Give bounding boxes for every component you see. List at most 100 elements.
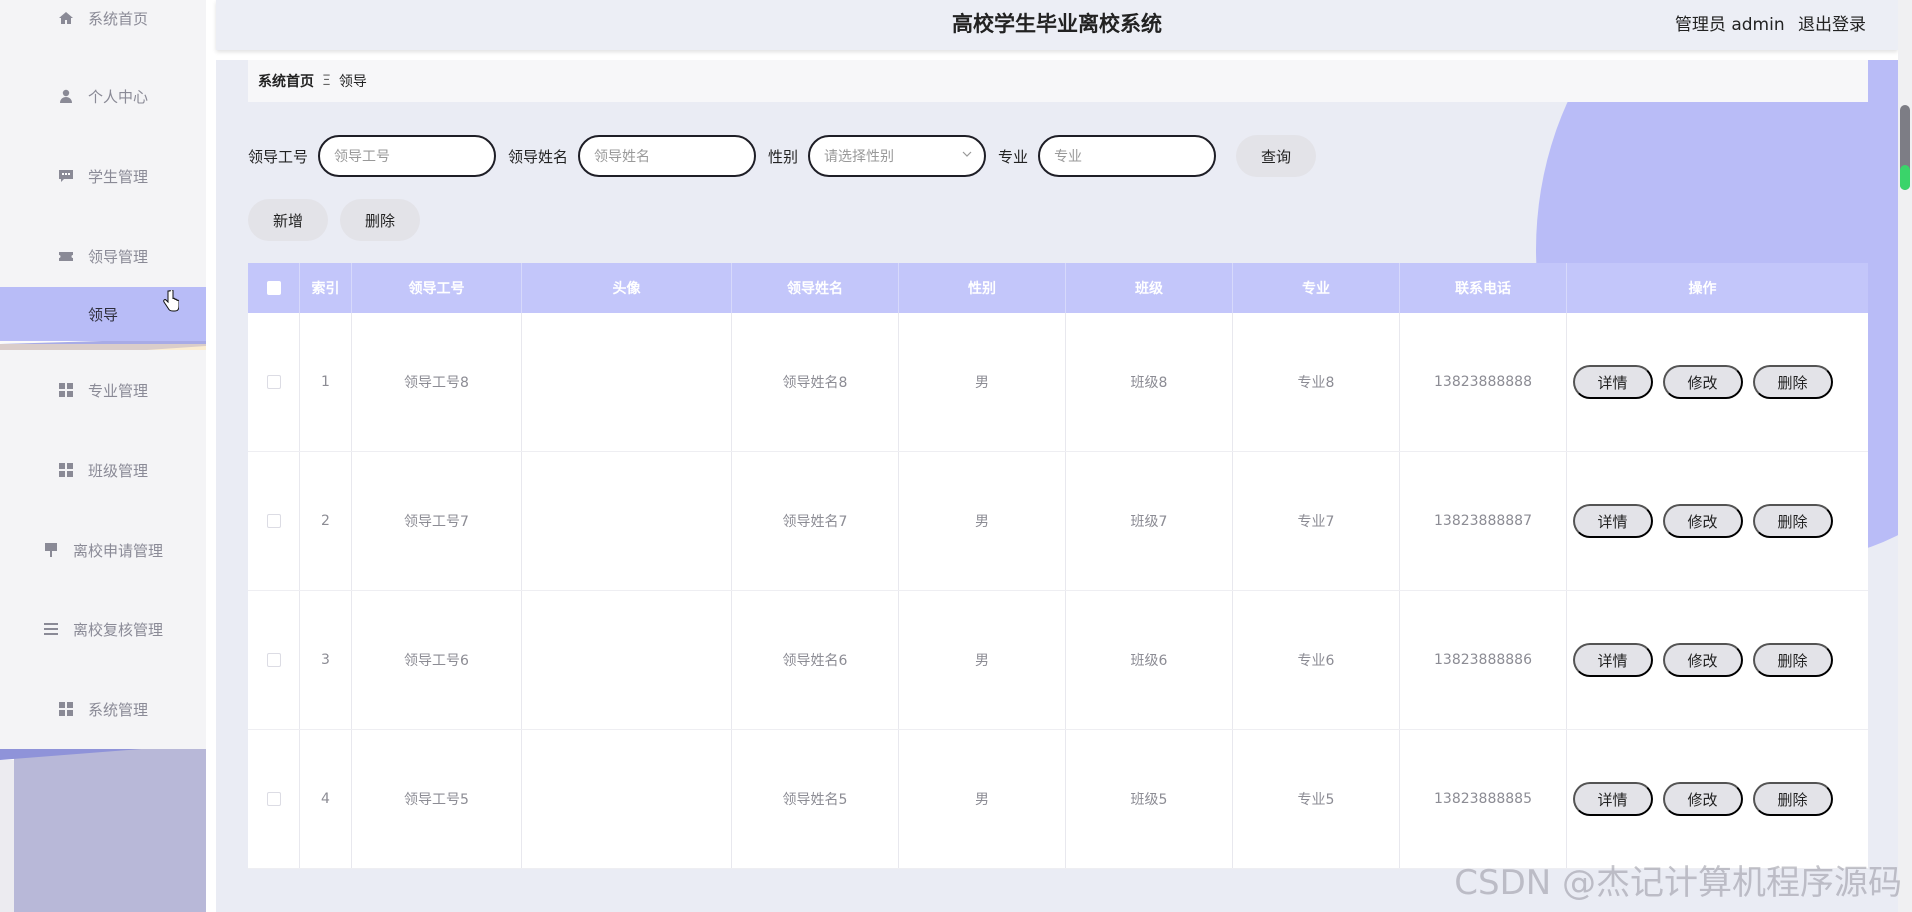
sidebar-item-label: 系统管理 [87,700,148,719]
breadcrumb: 系统首页 Ξ 领导 [248,60,1868,102]
page-scrollbar[interactable] [1898,0,1912,912]
scrollbar-indicator [1900,165,1910,190]
watermark: CSDN @杰记计算机程序源码 [1454,863,1902,903]
row-select-cell [248,591,300,729]
table-cell: 班级5 [1066,730,1233,868]
leader-name-input[interactable]: 领导姓名 [578,135,757,177]
table-cell: 男 [899,730,1066,868]
leader-table: 索引 领导工号 头像 领导姓名 性别 班级 专业 联系电话 操作 1 领导工号8 领… [248,263,1868,869]
home-icon [58,10,74,26]
row-actions: 详情 修改 删除 [1567,730,1838,868]
edit-button[interactable]: 修改 [1662,504,1743,538]
add-button[interactable]: 新增 [248,199,328,241]
avatar-cell [522,313,732,451]
table-cell: 领导姓名8 [732,313,899,451]
table-row: 3 领导工号6 领导姓名6 男班级6 专业6 13823888886 详情 修改 删除 [248,591,1868,730]
row-checkbox[interactable] [266,375,281,389]
sidebar-item-label: 系统首页 [87,9,148,28]
logout-link[interactable]: 退出登录 [1798,15,1866,35]
table-cell: 男 [899,591,1066,729]
table-cell: 13823888888 [1400,313,1567,451]
row-select-cell [248,452,300,590]
table-row: 1 领导工号8 领导姓名8 男班级8 专业8 13823888888 详情 修改 删除 [248,313,1868,452]
row-actions: 详情 修改 删除 [1567,452,1838,590]
sidebar-item-2[interactable]: 个人中心 [0,56,206,136]
row-actions: 详情 修改 删除 [1567,313,1838,451]
sidebar-item-8[interactable]: 离校申请管理 [0,510,206,590]
sidebar-item-10[interactable]: 系统管理 [0,669,206,749]
app-title: 高校学生毕业离校系统 [952,12,1162,36]
sidebar-item-label: 学生管理 [87,167,148,186]
grid-icon [58,462,74,478]
detail-button[interactable]: 详情 [1572,643,1653,677]
grid-icon [58,701,74,717]
table-cell: 领导姓名6 [732,591,899,729]
column-header: 头像 [522,263,732,313]
breadcrumb-current: 领导 [338,74,367,90]
mouse-cursor-icon [163,290,179,312]
table-cell: 班级8 [1066,313,1233,451]
delete-button[interactable]: 删除 [1752,643,1833,677]
avatar-cell [522,730,732,868]
select-all-checkbox[interactable] [266,281,281,295]
action-buttons: 新增 删除 [248,199,420,241]
major-label: 专业 [998,147,1029,166]
sidebar-item-9[interactable]: 离校复核管理 [0,589,206,669]
admin-user-label: 管理员 admin [1674,15,1785,35]
detail-button[interactable]: 详情 [1572,504,1653,538]
table-cell: 4 [300,730,352,868]
detail-button[interactable]: 详情 [1572,365,1653,399]
sidebar-item-label: 离校复核管理 [72,620,163,639]
sidebar-item-label: 领导管理 [87,247,148,266]
table-cell: 班级6 [1066,591,1233,729]
table-cell: 13823888886 [1400,591,1567,729]
query-button[interactable]: 查询 [1236,135,1317,177]
ticket-icon [58,248,74,264]
breadcrumb-home[interactable]: 系统首页 [258,71,314,91]
sidebar: 系统首页 个人中心 学生管理 领导管理 领导 专业管理 班级管理 离校申请管理 离校复核管理 系统… [0,0,206,912]
sidebar-item-label: 专业管理 [87,381,148,400]
table-cell: 领导工号5 [352,730,522,868]
chevron-down-icon [962,151,972,157]
column-header: 索引 [300,263,352,313]
table-cell: 领导工号8 [352,313,522,451]
gender-select-placeholder: 请选择性别 [824,149,895,165]
column-header: 联系电话 [1400,263,1567,313]
delete-button[interactable]: 删除 [1752,782,1833,816]
column-header: 班级 [1066,263,1233,313]
breadcrumb-separator-icon: Ξ [322,73,331,89]
delete-button[interactable]: 删除 [1752,365,1833,399]
row-select-cell [248,730,300,868]
table-cell: 专业6 [1233,591,1400,729]
table-cell: 男 [899,452,1066,590]
sidebar-item-3[interactable]: 学生管理 [0,136,206,216]
table-cell: 领导姓名5 [732,730,899,868]
detail-button[interactable]: 详情 [1572,782,1653,816]
sidebar-item-4[interactable]: 领导管理 [0,216,206,296]
batch-delete-button[interactable]: 删除 [340,199,420,241]
table-header: 索引 领导工号 头像 领导姓名 性别 班级 专业 联系电话 操作 [248,263,1868,313]
table-cell: 领导工号6 [352,591,522,729]
leader-id-input[interactable]: 领导工号 [318,135,497,177]
table-cell: 领导姓名7 [732,452,899,590]
table-cell: 专业8 [1233,313,1400,451]
edit-button[interactable]: 修改 [1662,782,1743,816]
table-body: 1 领导工号8 领导姓名8 男班级8 专业8 13823888888 详情 修改 删除 2 领导工号… [248,313,1868,869]
top-header: 高校学生毕业离校系统 管理员 admin 退出登录 [216,0,1898,50]
edit-button[interactable]: 修改 [1662,643,1743,677]
row-checkbox[interactable] [266,653,281,667]
column-header: 领导姓名 [732,263,899,313]
row-checkbox[interactable] [266,792,281,806]
edit-button[interactable]: 修改 [1662,365,1743,399]
table-row: 4 领导工号5 领导姓名5 男班级5 专业5 13823888885 详情 修改 删除 [248,730,1868,869]
sidebar-item-1[interactable]: 系统首页 [0,0,206,58]
row-checkbox[interactable] [266,514,281,528]
gender-select[interactable]: 请选择性别 [808,135,987,177]
user-icon [58,88,74,104]
row-select-cell [248,313,300,451]
delete-button[interactable]: 删除 [1752,504,1833,538]
sidebar-item-7[interactable]: 班级管理 [0,430,206,510]
major-input[interactable]: 专业 [1038,135,1217,177]
column-header: 领导工号 [352,263,522,313]
sidebar-item-6[interactable]: 专业管理 [0,350,206,430]
